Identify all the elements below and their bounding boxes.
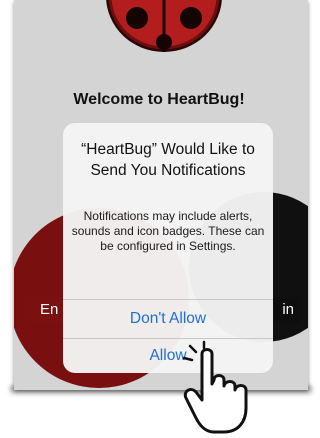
notification-permission-alert: “HeartBug” Would Like to Send You Notifi… [63, 123, 273, 373]
dont-allow-button[interactable]: Don't Allow [63, 300, 273, 338]
ladybug-logo-icon [106, 0, 222, 52]
alert-message: Notifications may include alerts, sounds… [71, 209, 265, 253]
welcome-heading: Welcome to HeartBug! [73, 91, 245, 108]
alert-title: “HeartBug” Would Like to Send You Notifi… [81, 141, 255, 179]
pointing-hand-icon [182, 340, 248, 434]
